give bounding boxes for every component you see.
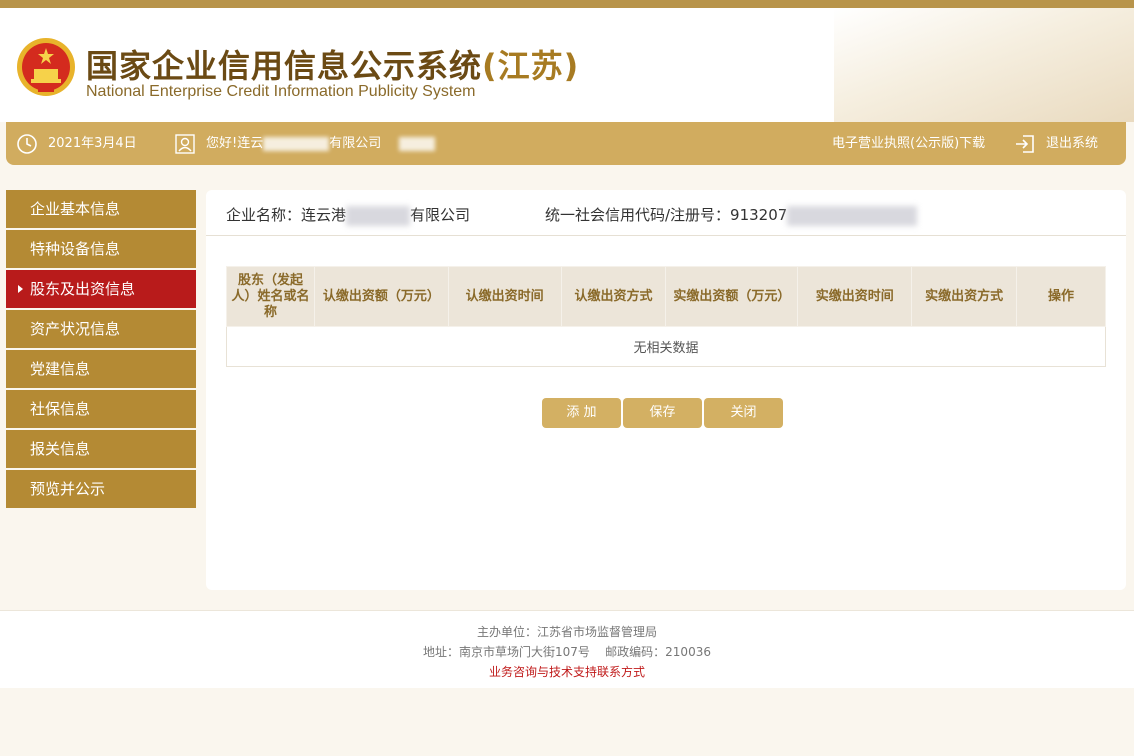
sidebar-item-special-equipment[interactable]: 特种设备信息 [6, 230, 196, 268]
footer-address: 地址：南京市草场门大街107号 邮政编码：210036 [423, 645, 711, 659]
site-title-cn: 国家企业信用信息公示系统(江苏) [86, 47, 580, 85]
sidebar-item-label: 股东及出资信息 [30, 280, 136, 298]
col-operation: 操作 [1016, 266, 1106, 327]
redacted-name [263, 136, 330, 151]
footer-contact-link[interactable]: 业务咨询与技术支持联系方式 [0, 662, 1134, 682]
company-info-bar: 企业名称：连云港 有限公司 统一社会信用代码/注册号：913207 [206, 190, 1126, 236]
sidebar-item-shareholders[interactable]: 股东及出资信息 [6, 270, 196, 308]
add-button[interactable]: 添 加 [542, 398, 621, 428]
sidebar-item-social-security[interactable]: 社保信息 [6, 390, 196, 428]
col-subscribed-amount: 认缴出资额（万元） [313, 266, 449, 327]
license-download-link[interactable]: 电子营业执照(公示版)下载 [832, 122, 985, 165]
sidebar-item-party-building[interactable]: 党建信息 [6, 350, 196, 388]
site-header: 国家企业信用信息公示系统(江苏) National Enterprise Cre… [0, 8, 1134, 122]
close-button[interactable]: 关闭 [704, 398, 783, 428]
action-buttons: 添 加保存 关闭 [542, 398, 785, 428]
footer-sponsor: 主办单位：江苏省市场监督管理局 [476, 625, 657, 639]
active-arrow-icon [18, 285, 23, 293]
top-accent-bar [0, 0, 1134, 8]
redacted-company [346, 205, 411, 226]
empty-message: 无相关数据 [226, 326, 1106, 367]
redacted-suffix [399, 136, 436, 151]
col-subscribed-date: 认缴出资时间 [447, 266, 562, 327]
user-greeting: 您好!连云 有限公司 [206, 122, 436, 165]
site-title-en: National Enterprise Credit Information P… [86, 83, 476, 100]
logout-link[interactable]: 退出系统 [1046, 122, 1098, 165]
sidebar: 企业基本信息 特种设备信息 股东及出资信息 资产状况信息 党建信息 社保信息 报… [6, 190, 196, 510]
current-date: 2021年3月4日 [48, 136, 137, 151]
col-shareholder-name: 股东（发起人）姓名或名称 [226, 266, 315, 327]
sidebar-item-basic-info[interactable]: 企业基本信息 [6, 190, 196, 228]
save-button[interactable]: 保存 [623, 398, 702, 428]
col-paid-method: 实缴出资方式 [911, 266, 1018, 327]
main-panel: 企业名称：连云港 有限公司 统一社会信用代码/注册号：913207 股东（发起人）… [206, 190, 1126, 590]
col-subscribed-method: 认缴出资方式 [560, 266, 667, 327]
user-icon [175, 134, 195, 154]
col-paid-date: 实缴出资时间 [797, 266, 913, 327]
redacted-code [787, 205, 918, 226]
table-row: 无相关数据 [226, 326, 1106, 367]
credit-code: 统一社会信用代码/注册号：913207 [545, 204, 918, 226]
sidebar-item-assets[interactable]: 资产状况信息 [6, 310, 196, 348]
col-paid-amount: 实缴出资额（万元） [665, 266, 799, 327]
table-header-row: 股东（发起人）姓名或名称 认缴出资额（万元） 认缴出资时间 认缴出资方式 实缴出… [226, 266, 1106, 327]
shareholder-table: 股东（发起人）姓名或名称 认缴出资额（万元） 认缴出资时间 认缴出资方式 实缴出… [226, 266, 1106, 367]
mountain-decoration [834, 8, 1134, 122]
national-emblem-icon [17, 38, 75, 96]
sidebar-item-customs[interactable]: 报关信息 [6, 430, 196, 468]
top-navbar: 2021年3月4日 您好!连云 有限公司 电子营业执照(公示版)下载 退出系统 [6, 122, 1126, 165]
company-name: 企业名称：连云港 有限公司 [226, 205, 471, 226]
sidebar-item-preview-publish[interactable]: 预览并公示 [6, 470, 196, 508]
logout-icon[interactable] [1014, 133, 1036, 155]
clock-icon [17, 134, 37, 154]
site-footer: 主办单位：江苏省市场监督管理局 地址：南京市草场门大街107号 邮政编码：210… [0, 610, 1134, 688]
